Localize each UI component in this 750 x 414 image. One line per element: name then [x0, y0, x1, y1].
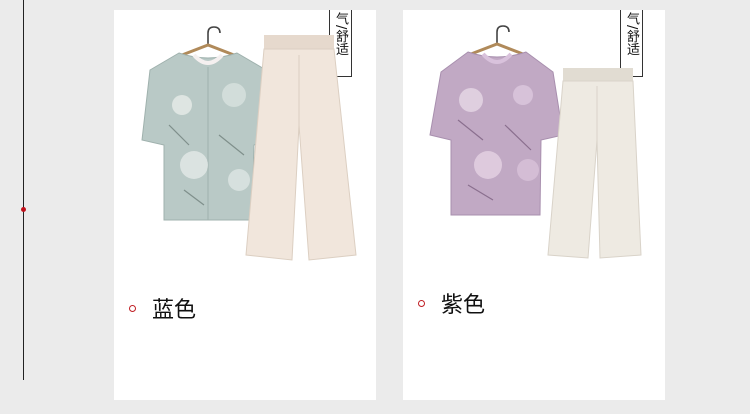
color-caption: 蓝色	[129, 292, 196, 324]
color-name: 蓝色	[152, 298, 197, 323]
color-name: 紫色	[441, 293, 486, 318]
guide-marker-dot	[21, 207, 26, 212]
product-card-blue[interactable]: 气/舒适 蓝色	[114, 10, 376, 400]
pants-beige	[547, 68, 642, 259]
shirt-purple	[429, 51, 564, 216]
color-caption: 紫色	[418, 287, 485, 319]
product-image-purple	[429, 25, 642, 259]
product-card-purple[interactable]: 气/舒适 紫色	[403, 10, 665, 400]
left-guide-line	[23, 0, 24, 380]
pants-cream	[245, 35, 357, 261]
hanger-icon	[181, 26, 235, 57]
product-image-blue	[141, 26, 357, 261]
bullet-icon	[129, 304, 136, 312]
bullet-icon	[418, 299, 425, 307]
hanger-icon	[470, 25, 524, 56]
